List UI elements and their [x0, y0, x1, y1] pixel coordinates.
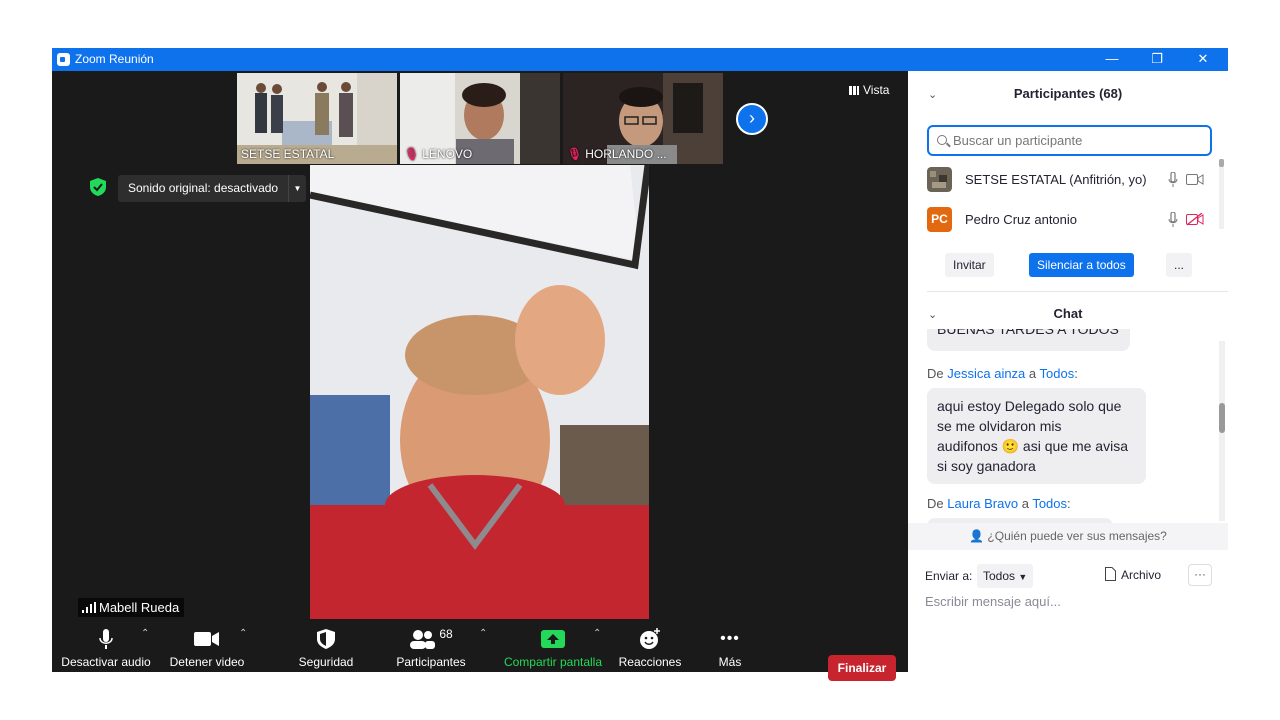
divider — [927, 291, 1228, 292]
chat-messages: BUENAS TARDES A TODOS De Jessica ainza a… — [908, 329, 1218, 523]
mute-audio-button[interactable]: Desactivar audio — [60, 626, 152, 669]
participant-avatar: PC — [927, 207, 952, 232]
grid-view-icon — [849, 86, 859, 95]
participant-name: Pedro Cruz antonio — [965, 212, 1078, 227]
participants-options-caret[interactable]: ⌃ — [479, 628, 487, 639]
audio-options-caret[interactable]: ⌃ — [141, 628, 149, 639]
share-options-caret[interactable]: ⌃ — [593, 628, 601, 639]
video-camera-icon[interactable] — [1186, 174, 1204, 185]
participants-icon — [410, 630, 436, 649]
security-shield-icon — [317, 629, 335, 649]
stop-video-button[interactable]: Detener video — [164, 626, 250, 669]
invite-button[interactable]: Invitar — [945, 253, 994, 277]
muted-mic-icon: 🎙 — [404, 147, 420, 161]
thumbnail-name: 🎙 LENOVO — [404, 147, 473, 161]
participants-scrollbar[interactable] — [1219, 159, 1224, 229]
video-thumbnail[interactable]: 🎙 LENOVO — [400, 73, 560, 164]
chat-message-input[interactable]: Escribir mensaje aquí... — [925, 594, 1215, 609]
title-bar: Zoom Reunión — ❐ ✕ — [52, 48, 1228, 71]
original-sound-toggle[interactable]: Sonido original: desactivado ▼ — [118, 175, 306, 202]
send-to-dropdown[interactable]: Todos ▼ — [977, 564, 1034, 588]
chat-compose-bar: Enviar a: Todos ▼ Archivo ··· — [925, 564, 1215, 590]
reactions-smiley-icon — [640, 628, 660, 649]
video-stage: SETSE ESTATAL 🎙 LENOVO 🎙 HORLANDO ... › … — [52, 71, 908, 681]
video-off-icon[interactable] — [1186, 213, 1204, 226]
scrollbar-thumb[interactable] — [1219, 403, 1225, 433]
chevron-down-icon[interactable]: ▼ — [288, 175, 306, 202]
speaker-photo-image — [310, 165, 649, 619]
mute-all-button[interactable]: Silenciar a todos — [1029, 253, 1134, 277]
participant-row[interactable]: PC Pedro Cruz antonio — [927, 205, 1207, 233]
original-sound-label: Sonido original: desactivado — [128, 181, 279, 195]
video-thumbnail[interactable]: SETSE ESTATAL — [237, 73, 397, 164]
thumbnail-name: 🎙 HORLANDO ... — [567, 147, 667, 161]
view-button[interactable]: Vista — [849, 83, 889, 97]
chat-bubble: aqui estoy Delegado solo que se me olvid… — [927, 388, 1146, 484]
sender-name[interactable]: Laura Bravo — [947, 496, 1018, 511]
recipient-name[interactable]: Todos — [1032, 496, 1067, 511]
end-meeting-button[interactable]: Finalizar — [828, 655, 896, 681]
microphone-icon[interactable] — [1168, 172, 1178, 188]
minimize-button[interactable]: — — [1089, 48, 1135, 71]
participant-search-input[interactable]: Buscar un participante — [927, 125, 1212, 156]
recipient-name[interactable]: Todos — [1040, 366, 1075, 381]
chat-scrollbar[interactable] — [1219, 341, 1225, 521]
file-button[interactable]: Archivo — [1105, 567, 1161, 582]
participant-row[interactable]: SETSE ESTATAL (Anfitrión, yo) — [927, 165, 1207, 193]
next-page-button[interactable]: › — [736, 103, 768, 135]
search-icon — [937, 135, 947, 145]
reactions-button[interactable]: Reacciones — [618, 626, 682, 669]
video-thumbnail[interactable]: 🎙 HORLANDO ... — [563, 73, 723, 164]
security-button[interactable]: Seguridad — [292, 626, 360, 669]
participant-avatar — [927, 167, 952, 192]
zoom-window: Zoom Reunión — ❐ ✕ SETSE ESTATAL 🎙 LENOV… — [52, 48, 1228, 681]
more-dots-icon: ••• — [720, 630, 740, 647]
active-speaker-video — [310, 165, 649, 619]
video-options-caret[interactable]: ⌃ — [239, 628, 247, 639]
who-can-see-messages-link[interactable]: 👤 ¿Quién puede ver sus mensajes? — [908, 523, 1228, 550]
close-button[interactable]: ✕ — [1180, 48, 1226, 71]
participant-name: SETSE ESTATAL (Anfitrión, yo) — [965, 172, 1147, 187]
thumbnail-name: SETSE ESTATAL — [241, 147, 335, 161]
share-screen-button[interactable]: Compartir pantalla — [502, 626, 604, 669]
video-camera-icon — [194, 632, 219, 646]
muted-mic-icon: 🎙 — [567, 147, 583, 161]
chat-title: Chat — [1053, 306, 1083, 321]
chat-bubble: BUENAS TARDES A TODOS — [927, 329, 1130, 351]
participants-more-button[interactable]: ... — [1166, 253, 1193, 277]
send-to-label: Enviar a: — [925, 569, 973, 583]
participants-button[interactable]: 68 Participantes — [392, 626, 470, 669]
person-info-icon: 👤 — [969, 529, 985, 543]
share-screen-icon — [541, 630, 565, 648]
window-title: Zoom Reunión — [75, 52, 154, 66]
microphone-icon[interactable] — [1168, 212, 1178, 228]
signal-bars-icon — [82, 602, 96, 613]
chevron-right-icon: › — [749, 108, 755, 128]
participants-title: Participantes (68) — [1013, 86, 1123, 101]
chat-more-button[interactable]: ··· — [1188, 564, 1212, 586]
encryption-shield-icon[interactable] — [90, 178, 106, 196]
chevron-down-icon: ▼ — [1018, 572, 1028, 582]
participant-count: 68 — [439, 627, 453, 641]
chat-sender-line: De Jessica ainza a Todos: — [927, 366, 1078, 381]
zoom-app-icon — [57, 53, 70, 66]
microphone-icon — [99, 629, 113, 649]
chat-sender-line: De Laura Bravo a Todos: — [927, 496, 1071, 511]
more-button[interactable]: ••• Más — [708, 626, 752, 669]
maximize-button[interactable]: ❐ — [1134, 48, 1180, 71]
side-panel: ⌄ Participantes (68) Buscar un participa… — [908, 71, 1228, 672]
sender-name[interactable]: Jessica ainza — [947, 366, 1025, 381]
active-speaker-label: Mabell Rueda — [78, 598, 185, 617]
file-icon — [1105, 567, 1116, 581]
